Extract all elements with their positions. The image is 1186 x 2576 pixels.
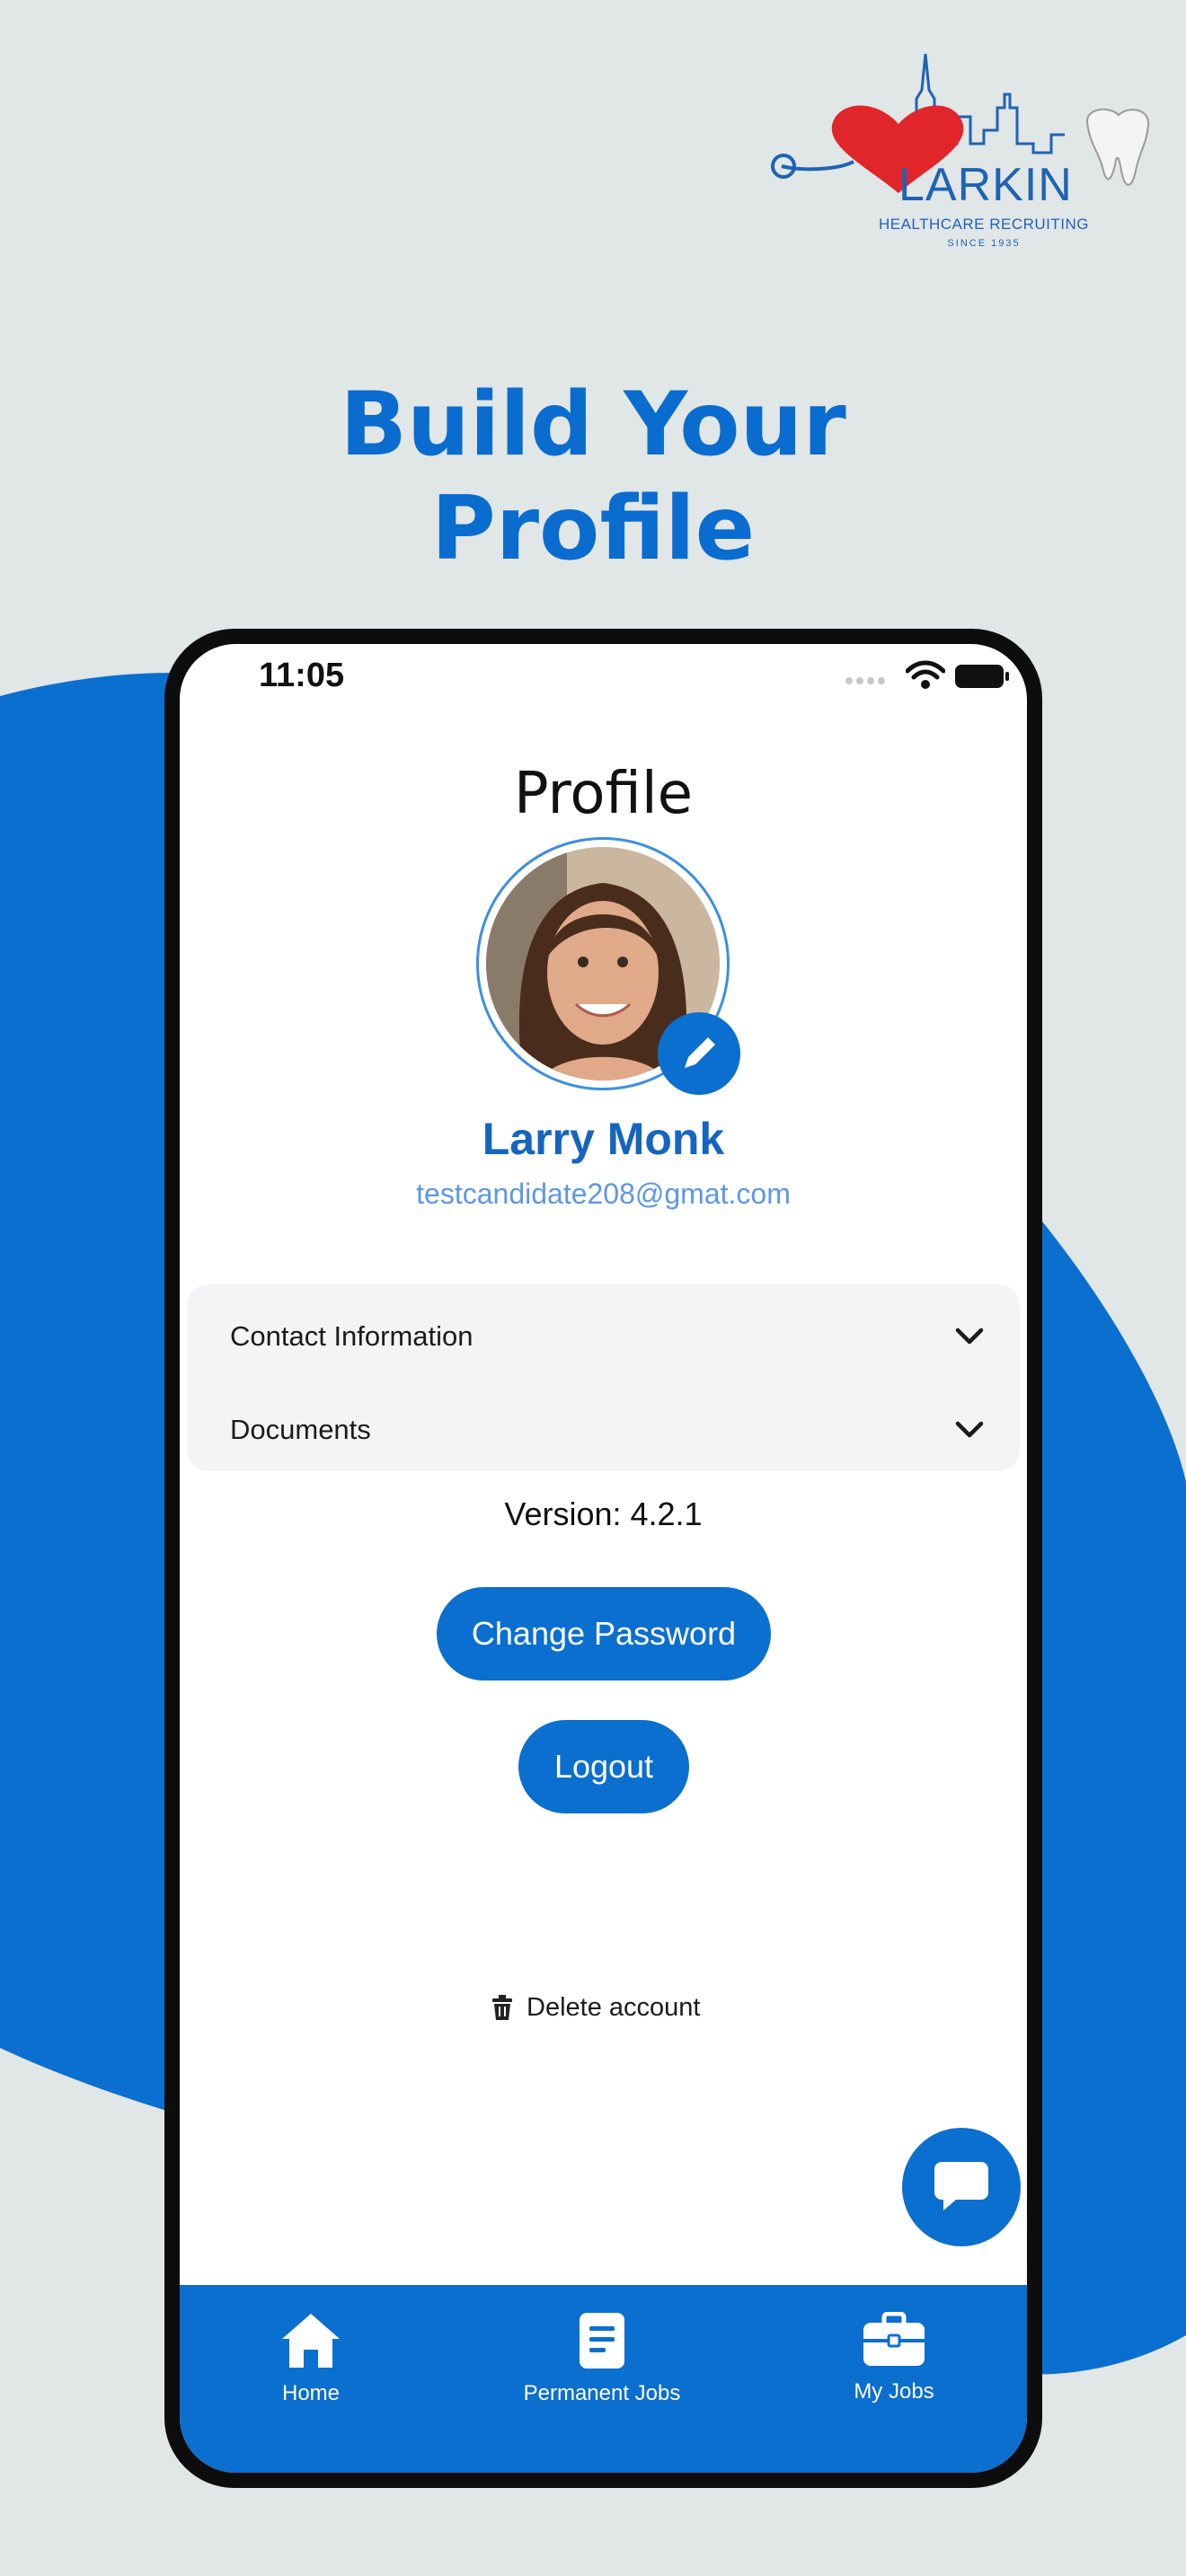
logo-wordmark: LARKIN bbox=[898, 159, 1073, 211]
headline-line-1: Build Your bbox=[340, 374, 846, 476]
profile-name: Larry Monk bbox=[482, 1114, 725, 1164]
chevron-down-icon bbox=[955, 1421, 984, 1438]
section-label: Contact Information bbox=[230, 1320, 474, 1352]
document-icon bbox=[580, 2313, 624, 2369]
trash-icon bbox=[492, 1995, 512, 2020]
battery-icon bbox=[955, 665, 1009, 688]
app-version: Version: 4.2.1 bbox=[504, 1495, 703, 1532]
briefcase-icon bbox=[863, 2311, 925, 2366]
tab-label: Home bbox=[281, 2381, 341, 2405]
logo-subtitle: HEALTHCARE RECRUITING bbox=[878, 216, 1090, 233]
section-documents[interactable]: Documents bbox=[230, 1403, 985, 1457]
status-time: 11:05 bbox=[259, 657, 345, 694]
wifi-icon bbox=[906, 660, 945, 689]
change-password-button[interactable]: Change Password bbox=[437, 1587, 771, 1681]
tab-my-jobs[interactable]: My Jobs bbox=[777, 2311, 1011, 2404]
logout-button[interactable]: Logout bbox=[518, 1720, 689, 1813]
home-icon bbox=[282, 2314, 340, 2368]
profile-sections: Contact Information Documents bbox=[187, 1284, 1020, 1471]
section-label: Documents bbox=[230, 1414, 371, 1445]
bottom-tab-bar: Home Permanent Jobs My Jobs bbox=[180, 2285, 1027, 2473]
tab-home[interactable]: Home bbox=[194, 2312, 428, 2406]
chat-icon bbox=[934, 2162, 988, 2210]
page-title: Profile bbox=[514, 761, 693, 827]
page-headline: Build Your Profile bbox=[0, 373, 1186, 581]
headline-line-2: Profile bbox=[430, 478, 756, 580]
logo-since: SINCE 1935 bbox=[947, 238, 1021, 249]
profile-email: testcandidate208@gmat.com bbox=[416, 1178, 791, 1210]
edit-avatar-button[interactable] bbox=[656, 1010, 742, 1097]
tab-permanent-jobs[interactable]: Permanent Jobs bbox=[485, 2312, 719, 2406]
delete-account-link[interactable]: Delete account bbox=[492, 1989, 700, 2025]
phone-screen: 11:05 Profile Larry Monk testcandidate20… bbox=[180, 644, 1027, 2473]
tab-label: My Jobs bbox=[854, 2379, 934, 2404]
signal-icon bbox=[845, 677, 885, 684]
tab-label: Permanent Jobs bbox=[523, 2381, 681, 2405]
larkin-logo: LARKIN HEALTHCARE RECRUITING SINCE 1935 bbox=[764, 45, 1150, 260]
chevron-down-icon bbox=[955, 1328, 984, 1345]
phone-frame: 11:05 Profile Larry Monk testcandidate20… bbox=[164, 629, 1042, 2488]
section-contact-information[interactable]: Contact Information bbox=[230, 1310, 985, 1363]
delete-account-label: Delete account bbox=[527, 1992, 701, 2022]
chat-button[interactable] bbox=[902, 2128, 1021, 2246]
